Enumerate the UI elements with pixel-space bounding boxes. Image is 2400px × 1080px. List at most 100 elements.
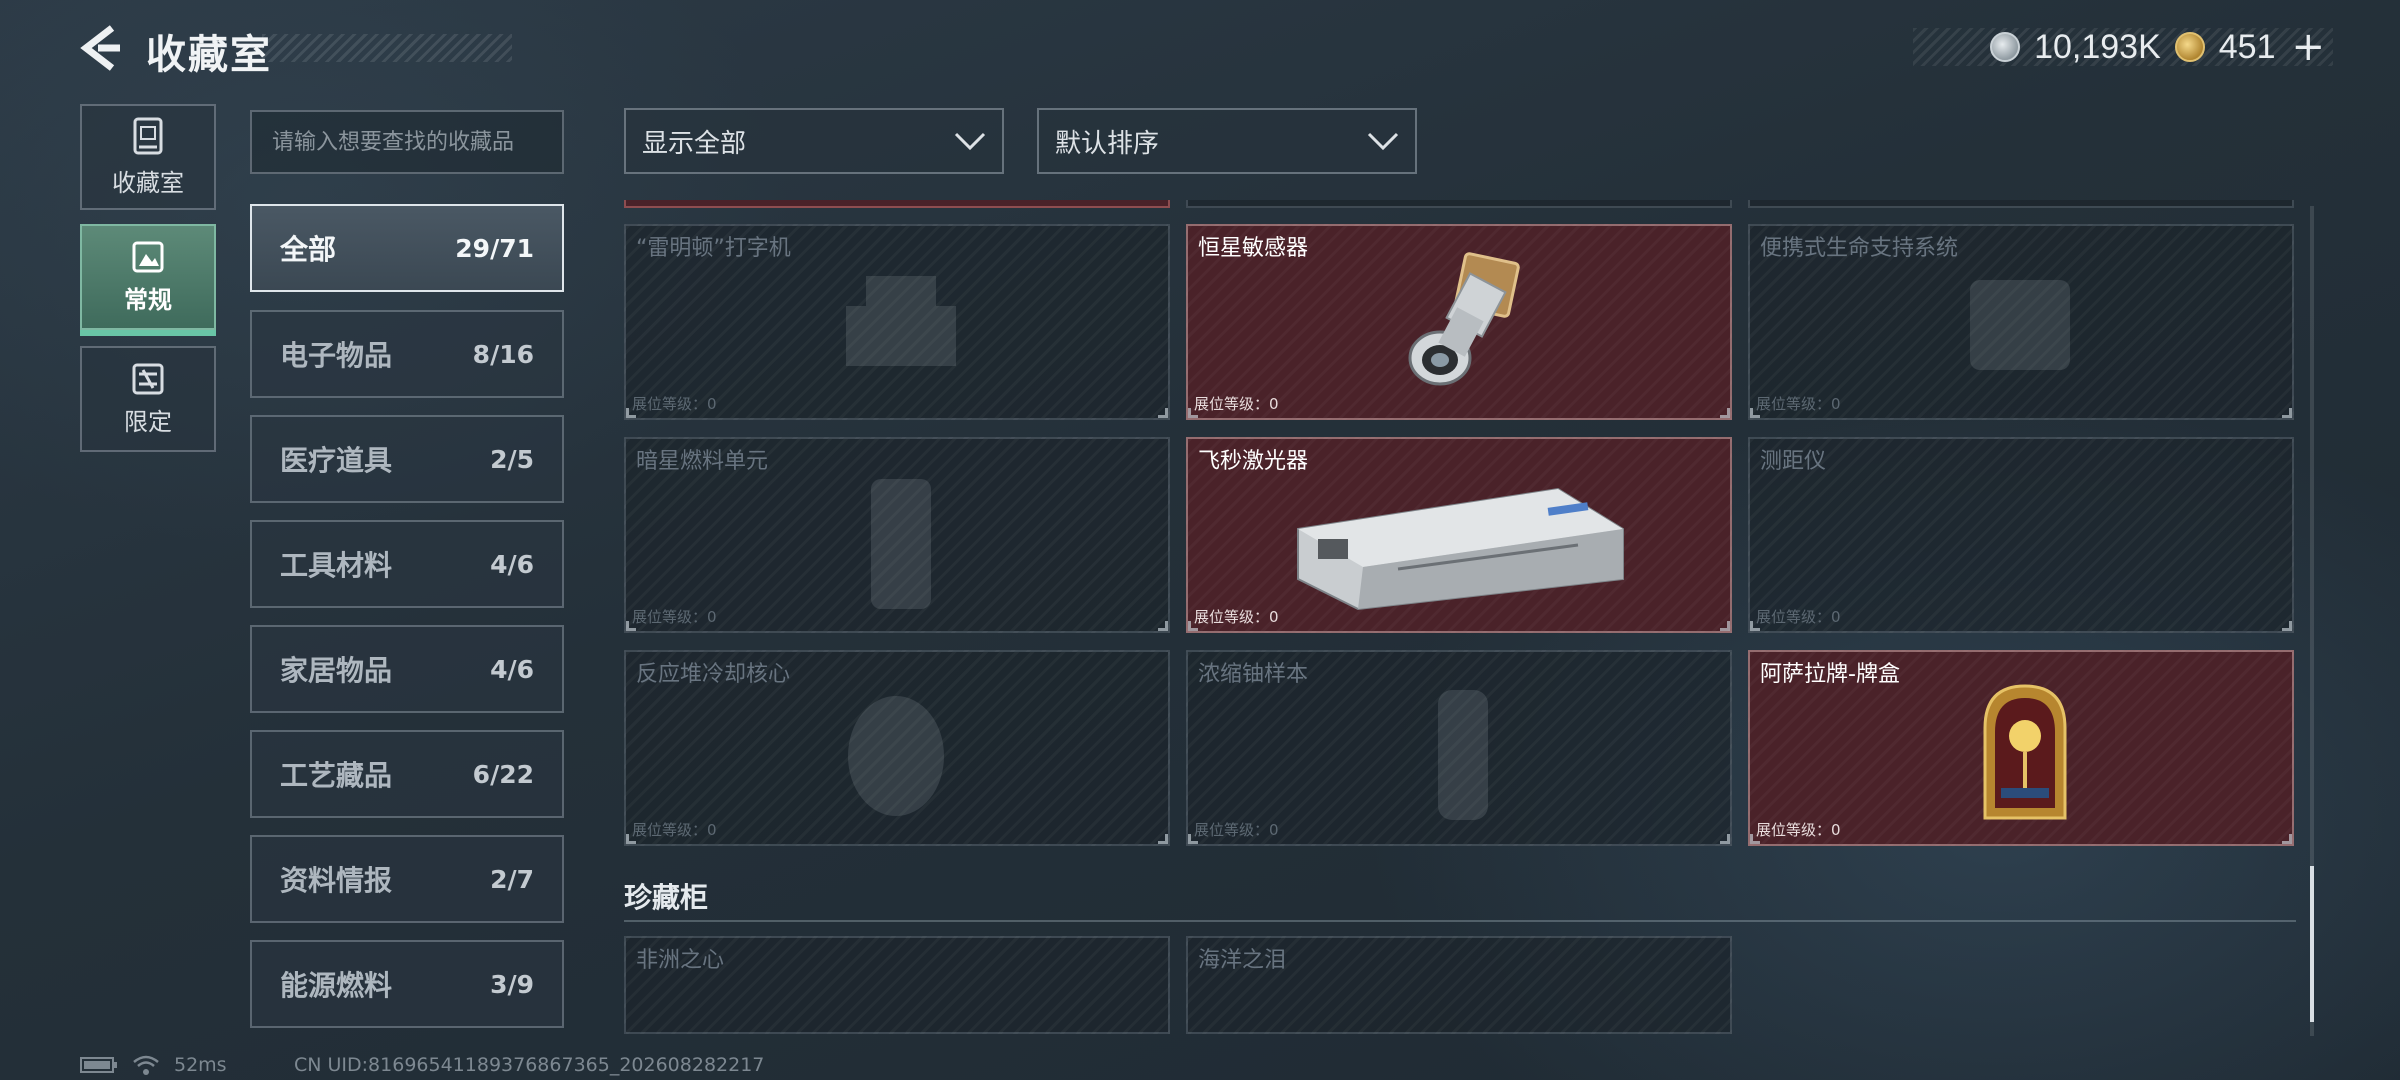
- collection-card[interactable]: “雷明顿”打字机 展位等级：0: [624, 224, 1170, 420]
- card-level: 展位等级：0: [1194, 821, 1279, 839]
- card-name: 便携式生命支持系统: [1760, 236, 1959, 261]
- scrollbar[interactable]: [2310, 206, 2314, 1036]
- uranium-sample-icon: [1438, 690, 1488, 820]
- section-divider: [624, 920, 2296, 922]
- category-crafts[interactable]: 工艺藏品 6/22: [250, 730, 564, 818]
- collection-card[interactable]: 飞秒激光器 展位等级：0: [1186, 437, 1732, 633]
- category-count: 2/5: [490, 444, 534, 474]
- category-count: 6/22: [472, 759, 534, 789]
- category-tools[interactable]: 工具材料 4/6: [250, 520, 564, 608]
- category-all[interactable]: 全部 29/71: [250, 204, 564, 292]
- card-name: 浓缩铀样本: [1198, 662, 1309, 687]
- card-name: 海洋之泪: [1198, 948, 1287, 973]
- filter-dropdown[interactable]: 显示全部: [624, 108, 1004, 174]
- category-name: 能源燃料: [280, 969, 393, 1002]
- card-level: 展位等级：0: [1194, 608, 1279, 626]
- category-count: 3/9: [490, 969, 534, 999]
- category-count: 29/71: [455, 233, 534, 263]
- corner-mark: [1720, 621, 1730, 631]
- category-count: 2/7: [490, 864, 534, 894]
- category-name: 工艺藏品: [280, 759, 393, 792]
- limited-icon: [132, 363, 164, 394]
- card-level: 展位等级：0: [1194, 395, 1279, 413]
- treasure-card[interactable]: 海洋之泪: [1186, 936, 1732, 1034]
- laser-icon: [1297, 487, 1624, 611]
- collection-card[interactable]: 阿萨拉牌-牌盒 展位等级：0: [1748, 650, 2294, 846]
- category-electronics[interactable]: 电子物品 8/16: [250, 310, 564, 398]
- category-count: 8/16: [472, 339, 534, 369]
- title-decoration: [262, 34, 512, 62]
- scroll-thumb[interactable]: [2310, 866, 2314, 1022]
- currency-bar: 10,193K 451 +: [1913, 24, 2333, 70]
- filter-value: 显示全部: [642, 128, 747, 159]
- battery-icon: [80, 1057, 117, 1073]
- corner-mark: [626, 834, 636, 844]
- card-level: 展位等级：0: [632, 608, 717, 626]
- corner-mark: [1188, 408, 1198, 418]
- search-input[interactable]: [250, 110, 564, 174]
- card-partial: [1748, 200, 2294, 208]
- image-frame-icon: [132, 241, 164, 272]
- corner-mark: [2282, 621, 2292, 631]
- card-name: 暗星燃料单元: [636, 449, 769, 474]
- card-name: 测距仪: [1760, 449, 1827, 474]
- card-level: 展位等级：0: [632, 821, 717, 839]
- chevron-down-icon: [954, 132, 986, 151]
- add-currency-button[interactable]: +: [2291, 24, 2325, 70]
- corner-mark: [1158, 834, 1168, 844]
- reactor-core-icon: [848, 696, 944, 816]
- card-partial: [624, 200, 1170, 208]
- corner-mark: [1188, 621, 1198, 631]
- corner-mark: [1188, 834, 1198, 844]
- coin-icon: [1990, 32, 2021, 62]
- category-name: 医疗道具: [280, 444, 393, 477]
- corner-mark: [1750, 621, 1760, 631]
- nav-collection-room[interactable]: 收藏室: [80, 104, 216, 210]
- collection-card[interactable]: 浓缩铀样本 展位等级：0: [1186, 650, 1732, 846]
- collection-card[interactable]: 便携式生命支持系统 展位等级：0: [1748, 224, 2294, 420]
- category-intel[interactable]: 资料情报 2/7: [250, 835, 564, 923]
- category-energy[interactable]: 能源燃料 3/9: [250, 940, 564, 1028]
- card-name: 阿萨拉牌-牌盒: [1760, 662, 1900, 687]
- card-box-icon: [1983, 684, 2067, 820]
- collection-card[interactable]: 测距仪 展位等级：0: [1748, 437, 2294, 633]
- nav-label: 收藏室: [112, 168, 184, 197]
- nav-regular[interactable]: 常规: [80, 224, 216, 336]
- category-count: 4/6: [490, 549, 534, 579]
- wifi-icon: [133, 1055, 159, 1075]
- corner-mark: [2282, 408, 2292, 418]
- sort-dropdown[interactable]: 默认排序: [1037, 108, 1417, 174]
- back-arrow-icon[interactable]: [78, 24, 122, 72]
- nav-limited[interactable]: 限定: [80, 346, 216, 452]
- card-level: 展位等级：0: [632, 395, 717, 413]
- collection-card[interactable]: 恒星敏感器 展位等级：0: [1186, 224, 1732, 420]
- nav-label: 限定: [124, 407, 172, 436]
- treasure-card[interactable]: 非洲之心: [624, 936, 1170, 1034]
- category-medical[interactable]: 医疗道具 2/5: [250, 415, 564, 503]
- collection-card[interactable]: 暗星燃料单元 展位等级：0: [624, 437, 1170, 633]
- user-uid: CN UID:81696541189376867365_202608282217: [294, 1054, 765, 1076]
- latency-text: 52ms: [174, 1054, 227, 1076]
- vault-icon: [133, 117, 163, 154]
- fuel-cell-icon: [871, 479, 931, 609]
- page-title: 收藏室: [146, 32, 272, 78]
- card-name: 非洲之心: [636, 948, 725, 973]
- chevron-down-icon: [1367, 132, 1399, 151]
- card-level: 展位等级：0: [1756, 821, 1841, 839]
- life-support-icon: [1970, 280, 2070, 370]
- currency-primary-value: 10,193K: [2034, 27, 2161, 66]
- category-household[interactable]: 家居物品 4/6: [250, 625, 564, 713]
- category-count: 4/6: [490, 654, 534, 684]
- corner-mark: [1720, 408, 1730, 418]
- corner-mark: [1158, 408, 1168, 418]
- sort-value: 默认排序: [1055, 128, 1160, 159]
- card-level: 展位等级：0: [1756, 395, 1841, 413]
- device-status: 52ms: [80, 1054, 227, 1076]
- collection-card[interactable]: 反应堆冷却核心 展位等级：0: [624, 650, 1170, 846]
- category-name: 工具材料: [280, 549, 393, 582]
- corner-mark: [1158, 621, 1168, 631]
- corner-mark: [2282, 834, 2292, 844]
- treasure-section-title: 珍藏柜: [624, 881, 709, 914]
- card-name: “雷明顿”打字机: [636, 236, 791, 261]
- card-level: 展位等级：0: [1756, 608, 1841, 626]
